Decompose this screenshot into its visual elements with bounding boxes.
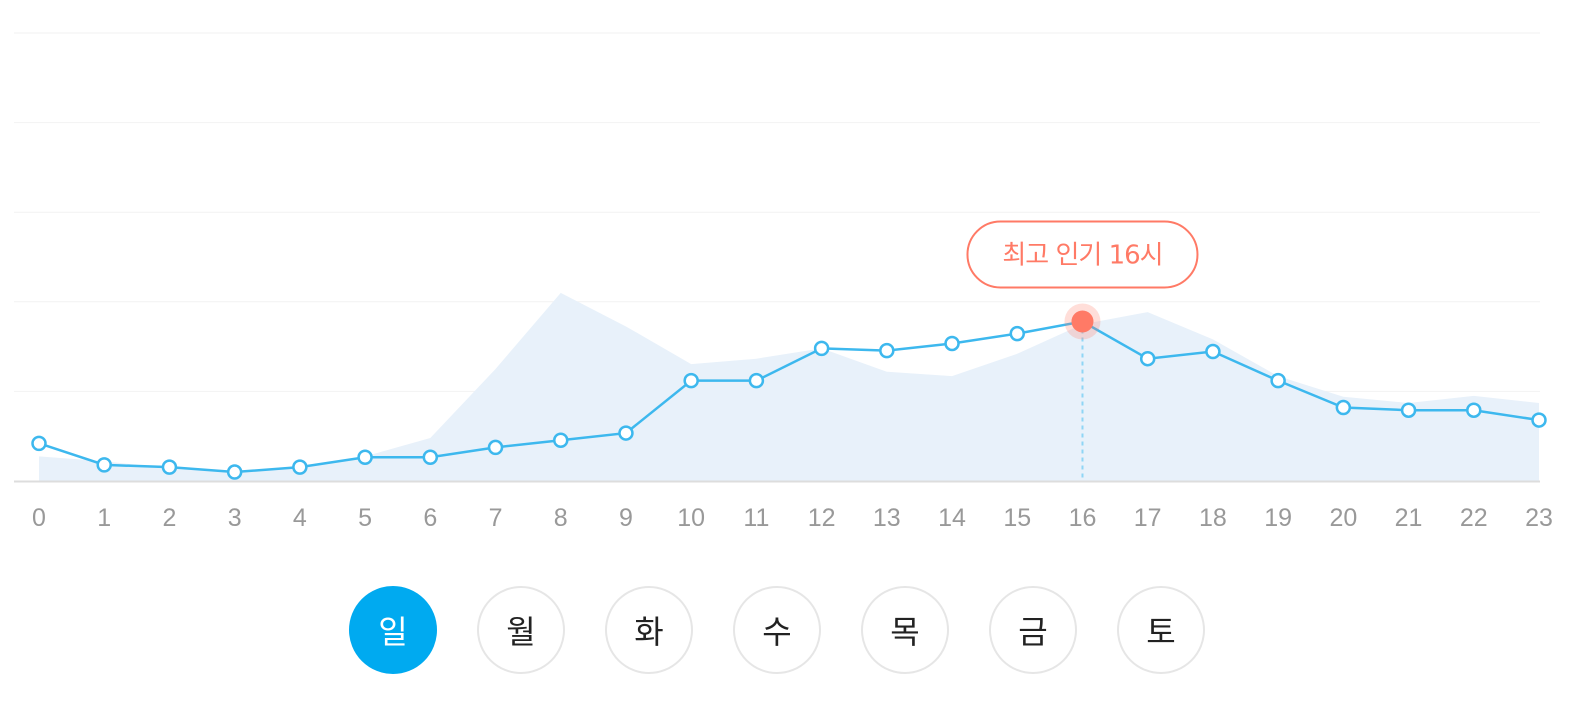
day-button[interactable]: 일 — [349, 586, 437, 674]
x-tick-label: 20 — [1329, 504, 1357, 532]
x-tick-label: 6 — [423, 504, 437, 532]
day-button[interactable]: 수 — [733, 586, 821, 674]
x-tick-label: 1 — [97, 504, 111, 532]
data-point — [1139, 350, 1156, 367]
x-tick-label: 9 — [619, 504, 633, 532]
day-button[interactable]: 화 — [605, 586, 693, 674]
data-point — [1531, 412, 1547, 428]
x-tick-label: 17 — [1134, 504, 1162, 532]
data-point — [96, 457, 112, 473]
data-point — [226, 464, 243, 480]
day-button[interactable]: 목 — [861, 586, 949, 674]
data-point — [944, 335, 960, 352]
x-tick-label: 7 — [489, 504, 503, 532]
x-tick-label: 21 — [1395, 504, 1423, 532]
x-tick-label: 11 — [743, 504, 769, 532]
data-point — [552, 432, 569, 448]
data-point — [1335, 399, 1352, 416]
data-point — [292, 459, 308, 475]
x-tick-label: 16 — [1069, 504, 1097, 532]
peak-label: 최고 인기 16시 — [1002, 241, 1162, 271]
x-tick-label: 5 — [358, 504, 372, 532]
x-tick-label: 2 — [162, 504, 176, 532]
day-selector: 일월화수목금토 — [0, 586, 1593, 680]
data-point — [1270, 372, 1286, 389]
data-point — [683, 372, 699, 389]
data-point — [879, 342, 895, 359]
day-button[interactable]: 금 — [989, 586, 1077, 674]
day-button[interactable]: 월 — [477, 586, 565, 674]
data-point — [487, 439, 504, 456]
data-point — [1466, 402, 1482, 418]
peak-point — [1071, 310, 1094, 333]
chart-svg: 최고 인기 16시0 1 2 3 4 5 6 7 8 9 10 11 12 13 14 15 16 17 18 19 2… — [14, 32, 1553, 532]
data-point — [1205, 343, 1221, 360]
day-button[interactable]: 토 — [1117, 586, 1205, 674]
x-tick-label: 22 — [1460, 504, 1488, 532]
data-point — [813, 340, 830, 357]
data-point — [357, 449, 373, 466]
x-tick-label: 3 — [228, 504, 242, 532]
x-tick-label: 23 — [1525, 504, 1553, 532]
data-point — [31, 435, 47, 452]
x-tick-label: 8 — [554, 504, 568, 532]
hourly-popularity-chart: 최고 인기 16시 0 1 2 3 4 5 6 7 8 9 10 11 12 13 14 15 16 17 18 19 2… — [0, 0, 1593, 560]
data-point — [1009, 325, 1026, 342]
x-tick-label: 14 — [938, 504, 966, 532]
x-tick-label: 18 — [1199, 504, 1227, 532]
data-point — [422, 449, 439, 466]
x-tick-label: 12 — [808, 504, 836, 532]
x-tick-label: 4 — [293, 504, 307, 532]
x-tick-label: 15 — [1003, 504, 1031, 532]
x-tick-label: 19 — [1264, 504, 1292, 532]
data-point — [618, 425, 634, 441]
x-tick-label: 13 — [873, 504, 901, 532]
x-tick-label: 10 — [677, 504, 705, 532]
data-point — [1400, 402, 1417, 418]
data-point — [748, 372, 765, 389]
x-tick-label: 0 — [32, 504, 46, 532]
data-point — [161, 459, 178, 475]
area-series — [39, 292, 1539, 481]
